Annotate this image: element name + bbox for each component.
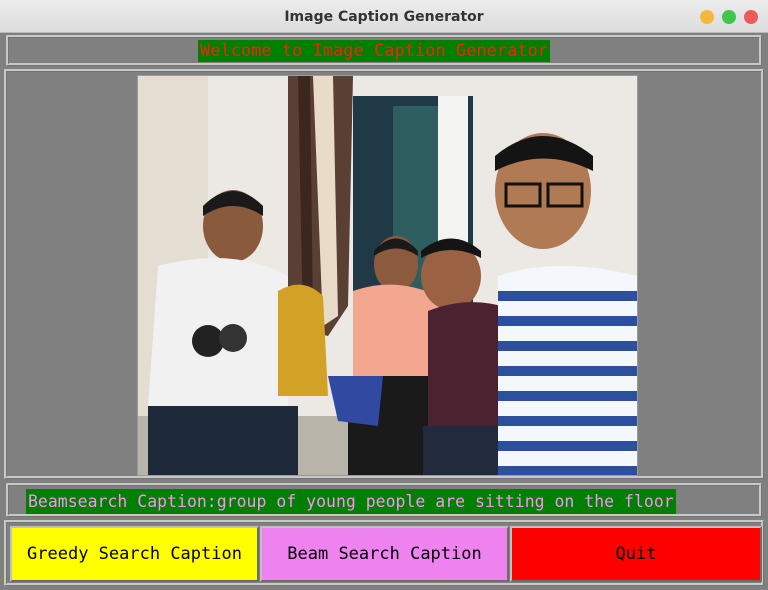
title-bar[interactable]: Image Caption Generator [0,0,768,33]
button-bar: Greedy Search Caption Beam Search Captio… [4,520,764,586]
greedy-search-button[interactable]: Greedy Search Caption [10,526,259,582]
app-window: Image Caption Generator Welcome to Image… [0,0,768,590]
quit-button[interactable]: Quit [510,526,762,582]
photo-illustration [138,76,637,475]
window-title: Image Caption Generator [284,9,484,25]
caption-label: Beamsearch Caption:group of young people… [26,489,676,514]
beam-search-button[interactable]: Beam Search Caption [260,526,509,582]
image-frame [4,69,764,479]
caption-frame: Beamsearch Caption:group of young people… [6,483,762,517]
close-button[interactable] [744,10,758,24]
welcome-label: Welcome to Image Caption Generator [198,40,550,62]
header-frame: Welcome to Image Caption Generator [6,35,762,66]
selfie-photo [137,75,638,476]
maximize-button[interactable] [722,10,736,24]
minimize-button[interactable] [700,10,714,24]
